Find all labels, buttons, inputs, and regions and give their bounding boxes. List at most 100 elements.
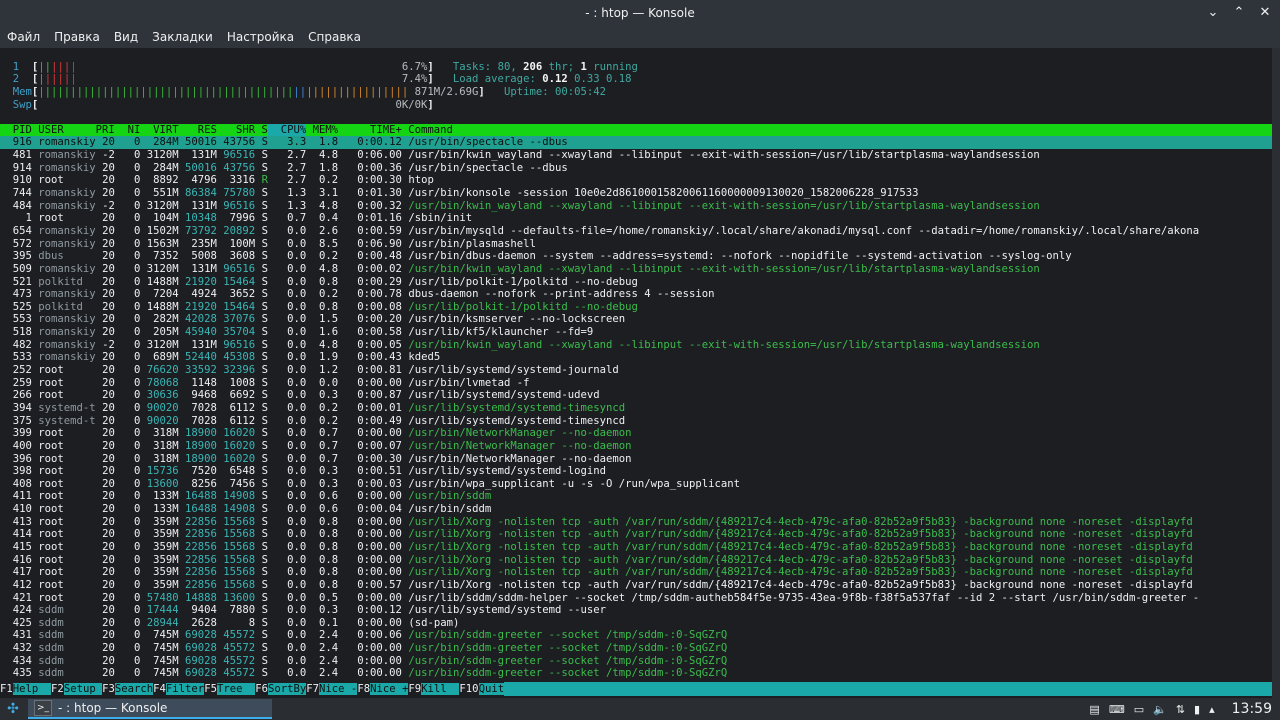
- keyboard-icon[interactable]: ⌨: [1109, 703, 1125, 716]
- menu-edit[interactable]: Правка: [47, 30, 107, 44]
- tray-expand-icon[interactable]: ▴: [1209, 703, 1215, 716]
- column-header-pid[interactable]: PID: [0, 124, 32, 136]
- column-header-s[interactable]: S: [255, 124, 268, 136]
- column-header-res[interactable]: RES: [179, 124, 217, 136]
- column-header-time[interactable]: TIME+: [338, 124, 402, 136]
- process-row[interactable]: 572 romanskiy 20 0 1563M 235M 100M S 0.0…: [0, 238, 1272, 251]
- process-row[interactable]: 399 root 20 0 318M 18900 16020 S 0.0 0.7…: [0, 427, 1272, 440]
- process-res: 16488: [185, 503, 217, 516]
- process-row[interactable]: 482 romanskiy -2 0 3120M 131M 96516 S 0.…: [0, 339, 1272, 352]
- volume-icon[interactable]: 🔈: [1153, 703, 1167, 716]
- process-row[interactable]: 914 romanskiy 20 0 284M 50016 43756 S 2.…: [0, 162, 1272, 175]
- process-row[interactable]: 484 romanskiy -2 0 3120M 131M 96516 S 1.…: [0, 200, 1272, 213]
- minimize-icon[interactable]: ⌄: [1204, 3, 1222, 21]
- process-row[interactable]: 421 root 20 0 57480 14888 13600 S 0.0 0.…: [0, 592, 1272, 605]
- menu-file[interactable]: Файл: [0, 30, 47, 44]
- process-row[interactable]: 416 root 20 0 359M 22856 15568 S 0.0 0.8…: [0, 554, 1272, 567]
- process-time: 0:00.03: [338, 477, 402, 490]
- fkey-label: Help: [12, 683, 52, 695]
- clock[interactable]: 13:59: [1232, 701, 1272, 717]
- process-row[interactable]: 410 root 20 0 133M 16488 14908 S 0.0 0.6…: [0, 503, 1272, 516]
- menu-view[interactable]: Вид: [107, 30, 145, 44]
- process-row[interactable]: 654 romanskiy 20 0 1502M 73792 20892 S 0…: [0, 225, 1272, 238]
- fkey-f6[interactable]: F6SortBy: [255, 682, 307, 696]
- process-row[interactable]: 396 root 20 0 318M 18900 16020 S 0.0 0.7…: [0, 453, 1272, 466]
- close-icon[interactable]: ✕: [1256, 3, 1274, 21]
- process-row[interactable]: 744 romanskiy 20 0 551M 86384 75780 S 1.…: [0, 187, 1272, 200]
- column-header-pri[interactable]: PRI: [96, 124, 115, 136]
- process-row[interactable]: 266 root 20 0 30636 9468 6692 S 0.0 0.3 …: [0, 389, 1272, 402]
- maximize-icon[interactable]: ⌃: [1230, 3, 1248, 21]
- process-mem: 2.4: [306, 629, 339, 642]
- column-header-mem[interactable]: MEM%: [306, 124, 339, 136]
- column-header-user[interactable]: USER: [32, 124, 96, 136]
- menu-settings[interactable]: Настройка: [220, 30, 301, 44]
- fkey-f4[interactable]: F4Filter: [153, 682, 205, 696]
- taskbar-task-konsole[interactable]: >_ - : htop — Konsole: [28, 699, 272, 719]
- process-row[interactable]: 525 polkitd 20 0 1488M 21920 15464 S 0.0…: [0, 301, 1272, 314]
- process-row[interactable]: 553 romanskiy 20 0 282M 42028 37076 S 0.…: [0, 313, 1272, 326]
- terminal-area[interactable]: 1 [|||||| 6.7%] Tasks: 80, 206 thr; 1 ru…: [0, 48, 1272, 698]
- process-time: 0:00.48: [338, 250, 402, 263]
- process-row[interactable]: 481 romanskiy -2 0 3120M 131M 96516 S 2.…: [0, 149, 1272, 162]
- process-row[interactable]: 375 systemd-t 20 0 90020 7028 6112 S 0.0…: [0, 415, 1272, 428]
- network-icon[interactable]: ⇅: [1176, 703, 1185, 716]
- process-command: /usr/lib/systemd/systemd-timesyncd: [408, 401, 626, 414]
- fkey-f5[interactable]: F5Tree: [204, 682, 256, 696]
- fkey-f9[interactable]: F9Kill: [408, 682, 460, 696]
- process-user: romanskiy: [38, 161, 96, 174]
- column-header-shr[interactable]: SHR: [217, 124, 255, 136]
- fkey-f3[interactable]: F3Search: [102, 682, 154, 696]
- menu-bookmarks[interactable]: Закладки: [145, 30, 220, 44]
- process-row[interactable]: 398 root 20 0 15736 7520 6548 S 0.0 0.3 …: [0, 465, 1272, 478]
- clipboard-icon[interactable]: ▤: [1089, 703, 1099, 716]
- process-row[interactable]: 916 romanskiy 20 0 284M 50016 43756 S 3.…: [0, 136, 1272, 150]
- process-row[interactable]: 509 romanskiy 20 0 3120M 131M 96516 S 0.…: [0, 263, 1272, 276]
- process-row[interactable]: 1 root 20 0 104M 10348 7996 S 0.7 0.4 0:…: [0, 212, 1272, 225]
- process-row[interactable]: 400 root 20 0 318M 18900 16020 S 0.0 0.7…: [0, 440, 1272, 453]
- process-row[interactable]: 395 dbus 20 0 7352 5008 3608 S 0.0 0.2 0…: [0, 250, 1272, 263]
- terminal-scrollbar[interactable]: [1272, 48, 1280, 698]
- process-row[interactable]: 434 sddm 20 0 745M 69028 45572 S 0.0 2.4…: [0, 655, 1272, 668]
- process-cpu: 0.0: [267, 591, 307, 604]
- process-row[interactable]: 533 romanskiy 20 0 689M 52440 45308 S 0.…: [0, 351, 1272, 364]
- process-row[interactable]: 910 root 20 0 8892 4796 3316 R 2.7 0.2 0…: [0, 174, 1272, 187]
- process-row[interactable]: 408 root 20 0 13600 8256 7456 S 0.0 0.3 …: [0, 478, 1272, 491]
- process-row[interactable]: 415 root 20 0 359M 22856 15568 S 0.0 0.8…: [0, 541, 1272, 554]
- fkey-f2[interactable]: F2Setup: [51, 682, 103, 696]
- process-row[interactable]: 411 root 20 0 133M 16488 14908 S 0.0 0.6…: [0, 490, 1272, 503]
- process-row[interactable]: 394 systemd-t 20 0 90020 7028 6112 S 0.0…: [0, 402, 1272, 415]
- process-row[interactable]: 518 romanskiy 20 0 205M 45940 35704 S 0.…: [0, 326, 1272, 339]
- fkey-f7[interactable]: F7Nice -: [306, 682, 358, 696]
- process-row[interactable]: 425 sddm 20 0 28944 2628 8 S 0.0 0.1 0:0…: [0, 617, 1272, 630]
- process-pri: 20: [95, 578, 115, 591]
- process-row[interactable]: 414 root 20 0 359M 22856 15568 S 0.0 0.8…: [0, 528, 1272, 541]
- process-user: romanskiy: [38, 224, 96, 237]
- fkey-f1[interactable]: F1Help: [0, 682, 52, 696]
- column-header-ni[interactable]: NI: [115, 124, 141, 136]
- process-row[interactable]: 431 sddm 20 0 745M 69028 45572 S 0.0 2.4…: [0, 629, 1272, 642]
- device-notifier-icon[interactable]: ▭: [1134, 703, 1144, 716]
- process-row[interactable]: 252 root 20 0 76620 33592 32396 S 0.0 1.…: [0, 364, 1272, 377]
- meter-value: 871M/2.69G: [414, 85, 479, 98]
- column-header-virt[interactable]: VIRT: [140, 124, 179, 136]
- fkey-f8[interactable]: F8Nice +: [357, 682, 409, 696]
- process-row[interactable]: 412 root 20 0 359M 22856 15568 S 0.0 0.8…: [0, 579, 1272, 592]
- process-row[interactable]: 473 romanskiy 20 0 7204 4924 3652 S 0.0 …: [0, 288, 1272, 301]
- uptime-value: 00:05:42: [554, 85, 607, 98]
- process-row[interactable]: 413 root 20 0 359M 22856 15568 S 0.0 0.8…: [0, 516, 1272, 529]
- process-row[interactable]: 259 root 20 0 78068 1148 1008 S 0.0 0.0 …: [0, 377, 1272, 390]
- process-row[interactable]: 432 sddm 20 0 745M 69028 45572 S 0.0 2.4…: [0, 642, 1272, 655]
- column-header-command[interactable]: Command: [402, 124, 453, 136]
- column-header-cpu[interactable]: CPU%: [267, 123, 307, 136]
- process-row[interactable]: 424 sddm 20 0 17444 9404 7880 S 0.0 0.3 …: [0, 604, 1272, 617]
- app-launcher-icon[interactable]: ✣: [0, 698, 26, 720]
- fkey-f10[interactable]: F10Quit: [459, 682, 505, 696]
- battery-icon[interactable]: ▮: [1194, 703, 1200, 716]
- process-row[interactable]: 521 polkitd 20 0 1488M 21920 15464 S 0.0…: [0, 276, 1272, 289]
- process-row[interactable]: 435 sddm 20 0 745M 69028 45572 S 0.0 2.4…: [0, 667, 1272, 680]
- menu-help[interactable]: Справка: [301, 30, 368, 44]
- process-row[interactable]: 417 root 20 0 359M 22856 15568 S 0.0 0.8…: [0, 566, 1272, 579]
- process-pri: 20: [95, 439, 115, 452]
